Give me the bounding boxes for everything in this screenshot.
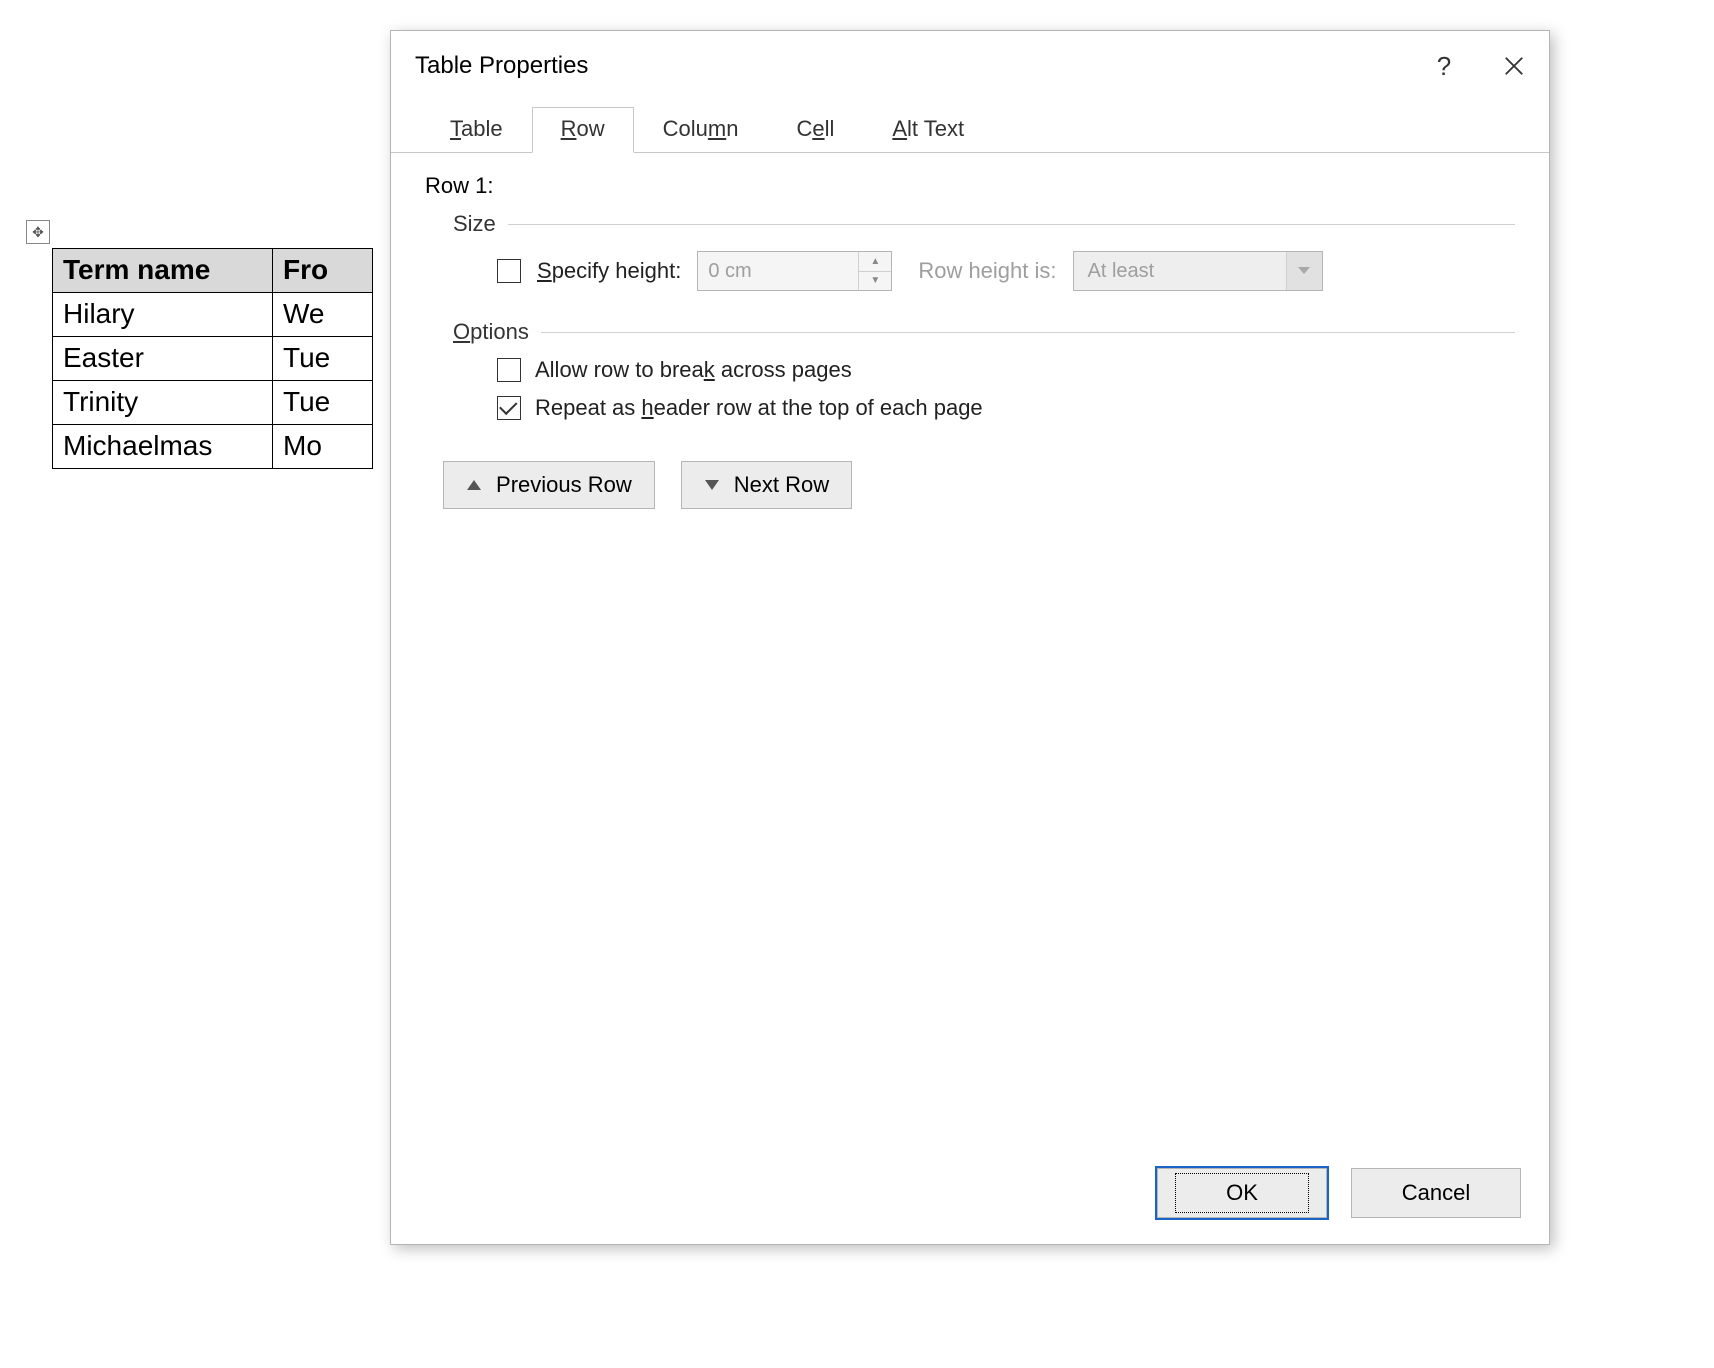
- dialog-tabs: Table Row Column Cell Alt Text: [391, 101, 1549, 153]
- tab-column[interactable]: Column: [634, 107, 768, 153]
- help-button[interactable]: ?: [1409, 31, 1479, 101]
- ok-button[interactable]: OK: [1157, 1168, 1327, 1218]
- table-cell[interactable]: Tue: [273, 337, 373, 381]
- table-cell[interactable]: Trinity: [53, 381, 273, 425]
- options-group-header: Options: [453, 319, 1515, 345]
- row-height-is-combo[interactable]: At least: [1073, 251, 1323, 291]
- repeat-header-checkbox[interactable]: [497, 396, 521, 420]
- close-icon: [1503, 55, 1525, 77]
- dialog-button-row: OK Cancel: [391, 1146, 1549, 1244]
- specify-height-label[interactable]: Specify height:: [537, 258, 681, 284]
- table-header-cell[interactable]: Term name: [53, 249, 273, 293]
- tab-cell[interactable]: Cell: [767, 107, 863, 153]
- tab-alt-text[interactable]: Alt Text: [863, 107, 993, 153]
- row-height-is-value: At least: [1088, 260, 1155, 283]
- cancel-button[interactable]: Cancel: [1351, 1168, 1521, 1218]
- size-group-header: Size: [453, 211, 1515, 237]
- row-height-is-label: Row height is:: [918, 258, 1056, 284]
- table-row: EasterTue: [53, 337, 373, 381]
- table-move-handle[interactable]: ✥: [26, 220, 50, 244]
- close-button[interactable]: [1479, 31, 1549, 101]
- table-row: TrinityTue: [53, 381, 373, 425]
- triangle-down-icon: [704, 479, 720, 491]
- table-cell[interactable]: Tue: [273, 381, 373, 425]
- chevron-down-icon: [1286, 252, 1322, 290]
- row-indicator-label: Row 1:: [425, 173, 1515, 199]
- triangle-up-icon: [466, 479, 482, 491]
- table-header-cell[interactable]: Fro: [273, 249, 373, 293]
- table-header-row: Term name Fro: [53, 249, 373, 293]
- tab-table[interactable]: Table: [421, 107, 532, 153]
- size-group-label: Size: [453, 211, 496, 237]
- table-cell[interactable]: We: [273, 293, 373, 337]
- repeat-header-label[interactable]: Repeat as header row at the top of each …: [535, 395, 983, 421]
- allow-break-checkbox[interactable]: [497, 358, 521, 382]
- document-table[interactable]: Term name Fro HilaryWe EasterTue Trinity…: [52, 248, 373, 469]
- tab-row[interactable]: Row: [532, 107, 634, 153]
- options-group-label: Options: [453, 319, 529, 345]
- dialog-titlebar: Table Properties ?: [391, 31, 1549, 101]
- table-row: HilaryWe: [53, 293, 373, 337]
- table-cell[interactable]: Hilary: [53, 293, 273, 337]
- next-row-button[interactable]: Next Row: [681, 461, 852, 509]
- table-cell[interactable]: Mo: [273, 425, 373, 469]
- previous-row-button[interactable]: Previous Row: [443, 461, 655, 509]
- dialog-title: Table Properties: [415, 52, 1409, 80]
- tab-row-body: Row 1: Size Specify height: ▲ ▼ Row heig…: [391, 153, 1549, 1146]
- spinner-down-icon[interactable]: ▼: [859, 272, 891, 291]
- specify-height-checkbox[interactable]: [497, 259, 521, 283]
- table-cell[interactable]: Michaelmas: [53, 425, 273, 469]
- table-cell[interactable]: Easter: [53, 337, 273, 381]
- allow-break-label[interactable]: Allow row to break across pages: [535, 357, 852, 383]
- row-height-spinner[interactable]: ▲ ▼: [697, 251, 892, 291]
- table-row: MichaelmasMo: [53, 425, 373, 469]
- spinner-up-icon[interactable]: ▲: [859, 252, 891, 272]
- row-height-input[interactable]: [698, 252, 858, 290]
- table-properties-dialog: Table Properties ? Table Row Column Cell…: [390, 30, 1550, 1245]
